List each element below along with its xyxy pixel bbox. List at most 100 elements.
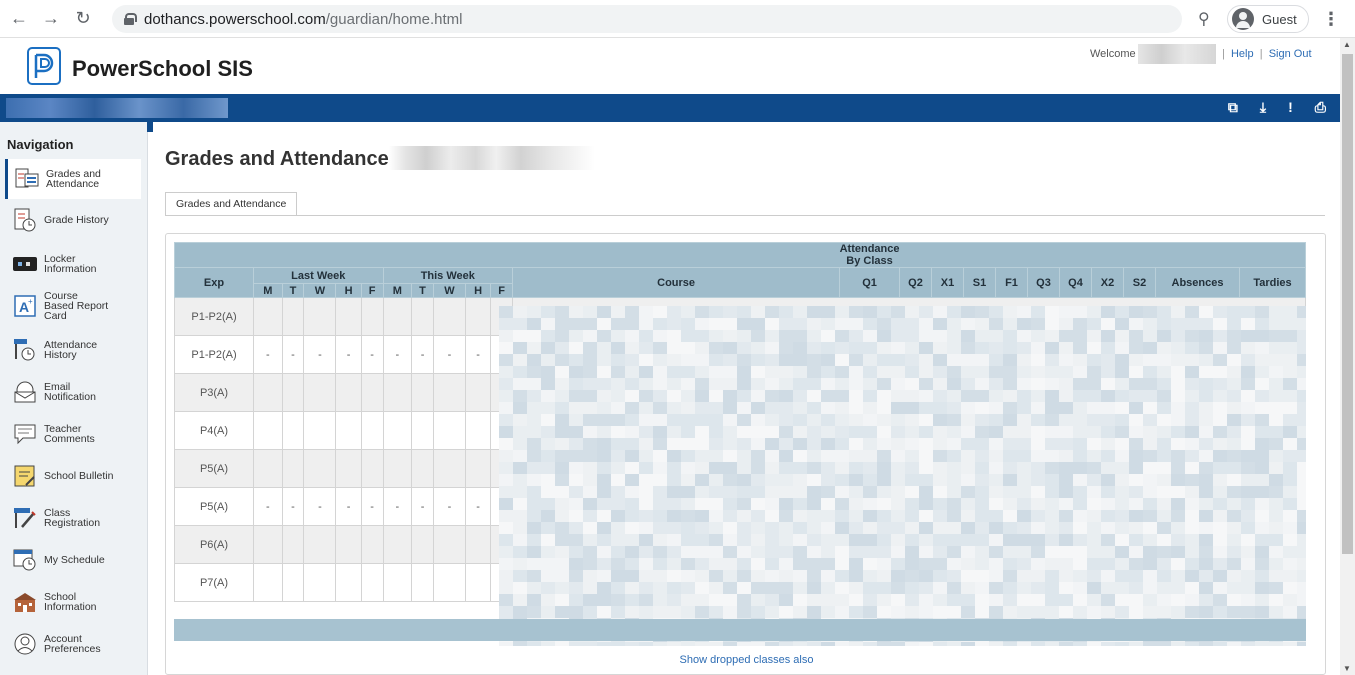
day-cell[interactable]: [464, 411, 492, 450]
reload-icon[interactable]: ↻: [70, 6, 96, 32]
day-cell[interactable]: [432, 525, 466, 564]
day-cell[interactable]: [382, 297, 413, 336]
day-cell[interactable]: [360, 525, 384, 564]
day-cell[interactable]: [281, 411, 305, 450]
day-cell[interactable]: [303, 525, 337, 564]
day-cell[interactable]: [303, 449, 337, 488]
day-cell[interactable]: [432, 563, 466, 602]
sidebar-item-attendance-history[interactable]: Attendance History: [6, 330, 142, 370]
day-cell[interactable]: -: [411, 335, 434, 374]
day-cell[interactable]: [360, 411, 384, 450]
day-cell[interactable]: [335, 297, 362, 336]
sidebar-item-grades-attendance[interactable]: Grades and Attendance: [5, 159, 141, 199]
day-cell[interactable]: -: [303, 335, 337, 374]
page-scrollbar[interactable]: ▲ ▼: [1340, 38, 1355, 675]
day-cell[interactable]: [411, 525, 434, 564]
day-cell[interactable]: -: [432, 335, 466, 374]
day-cell[interactable]: -: [464, 487, 492, 526]
sidebar-item-school-information[interactable]: School Information: [6, 582, 142, 622]
day-cell[interactable]: [253, 449, 283, 488]
day-cell[interactable]: [303, 373, 337, 412]
day-cell[interactable]: [253, 525, 283, 564]
tab-grades-attendance[interactable]: Grades and Attendance: [165, 192, 298, 216]
external-link-icon[interactable]: ⧉: [1228, 99, 1238, 116]
day-cell[interactable]: -: [281, 487, 305, 526]
back-arrow-icon[interactable]: ←: [6, 6, 32, 32]
sidebar-item-class-registration[interactable]: Class Registration: [6, 498, 142, 538]
day-cell[interactable]: -: [335, 335, 362, 374]
day-cell[interactable]: [382, 373, 413, 412]
day-cell[interactable]: [382, 411, 413, 450]
day-cell[interactable]: [335, 525, 362, 564]
sidebar-item-grade-history[interactable]: Grade History: [6, 200, 142, 240]
day-cell[interactable]: -: [432, 487, 466, 526]
day-cell[interactable]: -: [382, 335, 413, 374]
day-cell[interactable]: -: [303, 487, 337, 526]
sidebar-item-teacher-comments[interactable]: Teacher Comments: [6, 414, 142, 454]
scroll-up-icon[interactable]: ▲: [1343, 40, 1351, 49]
day-cell[interactable]: -: [360, 487, 384, 526]
day-cell[interactable]: [360, 297, 384, 336]
show-dropped-link[interactable]: Show dropped classes also: [680, 654, 814, 666]
day-cell[interactable]: [432, 449, 466, 488]
sidebar-item-my-schedule[interactable]: My Schedule: [6, 540, 142, 580]
day-cell[interactable]: [303, 297, 337, 336]
day-cell[interactable]: -: [360, 335, 384, 374]
day-cell[interactable]: [281, 563, 305, 602]
day-cell[interactable]: [335, 449, 362, 488]
help-link[interactable]: Help: [1231, 48, 1254, 60]
day-cell[interactable]: [411, 563, 434, 602]
day-cell[interactable]: [253, 297, 283, 336]
day-cell[interactable]: -: [382, 487, 413, 526]
day-cell[interactable]: [253, 411, 283, 450]
day-cell[interactable]: [281, 525, 305, 564]
day-cell[interactable]: [335, 563, 362, 602]
sign-out-link[interactable]: Sign Out: [1269, 48, 1312, 60]
download-icon[interactable]: ⤓: [1260, 99, 1266, 116]
day-cell[interactable]: [281, 373, 305, 412]
day-cell[interactable]: [382, 563, 413, 602]
day-cell[interactable]: [464, 449, 492, 488]
scroll-down-icon[interactable]: ▼: [1343, 664, 1351, 673]
day-cell[interactable]: [464, 373, 492, 412]
zoom-icon[interactable]: ⚲: [1198, 9, 1210, 29]
day-cell[interactable]: [303, 563, 337, 602]
day-cell[interactable]: [335, 411, 362, 450]
day-cell[interactable]: -: [335, 487, 362, 526]
print-icon[interactable]: ⎙: [1315, 99, 1326, 116]
day-cell[interactable]: -: [253, 335, 283, 374]
day-cell[interactable]: [281, 449, 305, 488]
scroll-thumb[interactable]: [1342, 54, 1353, 554]
sidebar-item-school-bulletin[interactable]: School Bulletin: [6, 456, 142, 496]
day-cell[interactable]: [432, 297, 466, 336]
day-cell[interactable]: -: [464, 335, 492, 374]
day-cell[interactable]: [464, 297, 492, 336]
day-cell[interactable]: -: [253, 487, 283, 526]
profile-button[interactable]: Guest: [1227, 5, 1309, 33]
day-cell[interactable]: [411, 297, 434, 336]
day-cell[interactable]: -: [411, 487, 434, 526]
day-cell[interactable]: [432, 373, 466, 412]
sidebar-item-locker[interactable]: Locker Information: [6, 244, 142, 284]
day-cell[interactable]: [253, 563, 283, 602]
day-cell[interactable]: [360, 563, 384, 602]
day-cell[interactable]: [281, 297, 305, 336]
day-cell[interactable]: [432, 411, 466, 450]
day-cell[interactable]: [253, 373, 283, 412]
alert-icon[interactable]: !: [1288, 99, 1293, 116]
address-bar[interactable]: dothancs.powerschool.com/guardian/home.h…: [112, 5, 1182, 33]
day-cell[interactable]: [411, 449, 434, 488]
day-cell[interactable]: [360, 449, 384, 488]
sidebar-item-account-preferences[interactable]: Account Preferences: [6, 624, 142, 664]
day-cell[interactable]: [382, 449, 413, 488]
browser-menu-icon[interactable]: ⋮: [1322, 9, 1340, 30]
day-cell[interactable]: [411, 411, 434, 450]
day-cell[interactable]: [464, 525, 492, 564]
day-cell[interactable]: [411, 373, 434, 412]
day-cell[interactable]: [360, 373, 384, 412]
day-cell[interactable]: [303, 411, 337, 450]
day-cell[interactable]: -: [281, 335, 305, 374]
day-cell[interactable]: [382, 525, 413, 564]
day-cell[interactable]: [464, 563, 492, 602]
forward-arrow-icon[interactable]: →: [38, 6, 64, 32]
